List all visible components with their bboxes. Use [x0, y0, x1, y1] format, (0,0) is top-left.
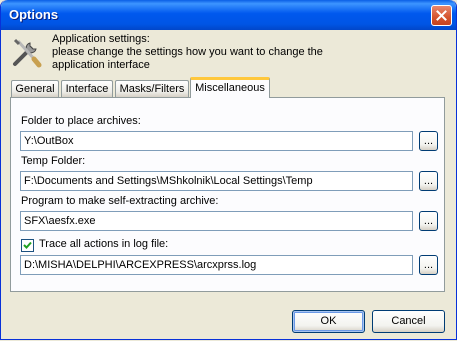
- tab-interface[interactable]: Interface: [61, 80, 113, 97]
- archives-folder-field[interactable]: Y:\OutBox: [20, 131, 413, 151]
- header-line-1: Application settings:: [52, 33, 150, 45]
- browse-archives-button[interactable]: ...: [419, 131, 438, 151]
- title-bar[interactable]: Options: [1, 0, 456, 30]
- trace-log-label[interactable]: Trace all actions in log file:: [39, 238, 168, 250]
- cancel-button[interactable]: Cancel: [372, 310, 445, 333]
- temp-folder-label: Temp Folder:: [21, 155, 86, 167]
- browse-sfx-button[interactable]: ...: [419, 211, 438, 231]
- close-button[interactable]: [431, 5, 452, 26]
- ok-button[interactable]: OK: [292, 310, 365, 333]
- temp-folder-field[interactable]: F:\Documents and Settings\MShkolnik\Loca…: [20, 171, 413, 191]
- tools-icon: [13, 38, 42, 68]
- tab-general[interactable]: General: [11, 80, 59, 97]
- sfx-program-label: Program to make self-extracting archive:: [21, 195, 219, 207]
- log-file-field[interactable]: D:\MISHA\DELPHI\ARCEXPRESS\arcxprss.log: [20, 255, 413, 275]
- tab-masks-filters[interactable]: Masks/Filters: [115, 80, 189, 97]
- tab-miscellaneous[interactable]: Miscellaneous: [190, 77, 270, 98]
- close-icon: [436, 10, 447, 21]
- checkmark-icon: [23, 241, 32, 249]
- archives-folder-label: Folder to place archives:: [21, 115, 141, 127]
- browse-log-button[interactable]: ...: [419, 255, 438, 275]
- header-description: Application settings: please change the …: [52, 33, 323, 72]
- header-line-3: application interface: [52, 59, 150, 71]
- sfx-program-field[interactable]: SFX\aesfx.exe: [20, 211, 413, 231]
- window-title: Options: [9, 7, 59, 22]
- trace-log-checkbox[interactable]: [21, 239, 34, 252]
- options-dialog: Options Application settings: please cha…: [0, 0, 457, 340]
- header-line-2: please change the settings how you want …: [52, 46, 323, 58]
- browse-temp-button[interactable]: ...: [419, 171, 438, 191]
